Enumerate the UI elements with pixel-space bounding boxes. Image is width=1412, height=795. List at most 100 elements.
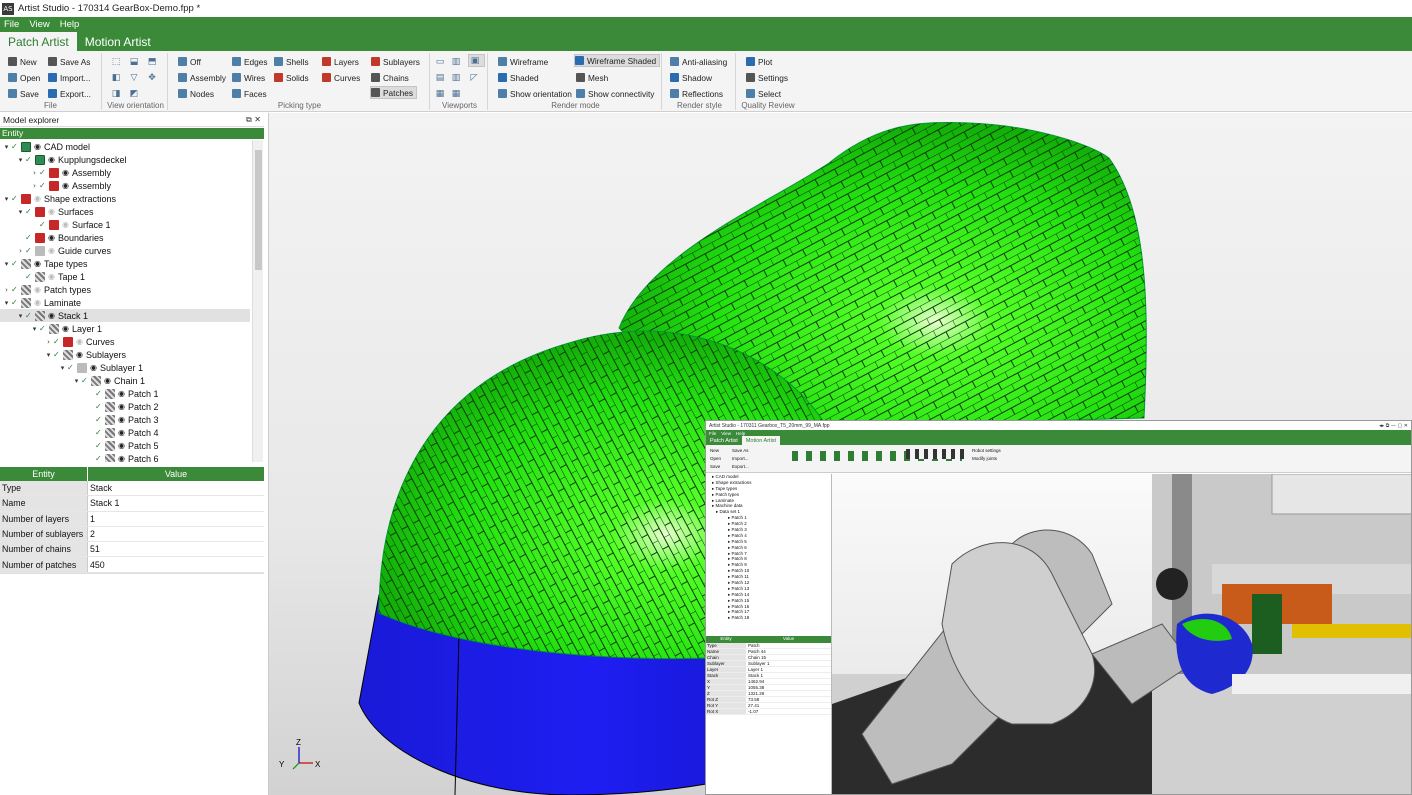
eye-icon[interactable]: ◉	[48, 207, 55, 216]
visibility-check-icon[interactable]: ✓	[11, 298, 19, 307]
property-value[interactable]: 2	[88, 527, 264, 541]
eye-icon[interactable]: ◉	[118, 428, 125, 437]
pick-shells-button[interactable]: Shells	[274, 55, 312, 68]
mesh-button[interactable]: Mesh	[576, 71, 611, 84]
view-front-button[interactable]: ⬓	[128, 55, 143, 68]
expand-toggle-icon[interactable]: ▾	[58, 364, 67, 372]
visibility-check-icon[interactable]: ✓	[25, 311, 33, 320]
visibility-check-icon[interactable]: ✓	[11, 194, 19, 203]
inset-robot-viewport[interactable]	[832, 474, 1411, 794]
eye-icon[interactable]: ◉	[48, 155, 55, 164]
eye-icon[interactable]: ◉	[76, 350, 83, 359]
expand-toggle-icon[interactable]: ›	[44, 338, 53, 346]
tree-item[interactable]: ✓ ◉ Tape 1	[0, 270, 250, 283]
expand-toggle-icon[interactable]: ▾	[72, 377, 81, 385]
visibility-check-icon[interactable]: ✓	[95, 415, 103, 424]
wireframe-shaded-button[interactable]: Wireframe Shaded	[574, 54, 661, 67]
pick-edges-button[interactable]: Edges	[232, 55, 271, 68]
visibility-check-icon[interactable]: ✓	[11, 285, 19, 294]
pick-layers-button[interactable]: Layers	[322, 55, 362, 68]
eye-icon[interactable]: ◉	[118, 441, 125, 450]
open-button[interactable]: Open	[8, 71, 43, 84]
visibility-check-icon[interactable]: ✓	[95, 428, 103, 437]
tree-item[interactable]: ▾ ✓ ◉ Stack 1	[0, 309, 250, 322]
eye-icon[interactable]: ◉	[34, 259, 41, 268]
visibility-check-icon[interactable]: ✓	[25, 272, 33, 281]
inset-save-as[interactable]: Save As	[732, 448, 749, 453]
inset-modify-joints[interactable]: Modify joints	[972, 456, 997, 461]
scrollbar-thumb[interactable]	[255, 150, 262, 270]
eye-icon[interactable]: ◉	[62, 220, 69, 229]
inset-tab-patch-artist[interactable]: Patch Artist	[706, 436, 742, 445]
inset-menu-file[interactable]: File	[709, 431, 716, 436]
inset-tree-item[interactable]: ▸ Patch 18	[706, 615, 831, 621]
inset-export[interactable]: Export...	[732, 464, 749, 469]
tree-item[interactable]: › ✓ ◉ Guide curves	[0, 244, 250, 257]
save-button[interactable]: Save	[8, 87, 42, 100]
view-bottom-button[interactable]: ◨	[110, 87, 125, 100]
tree-item[interactable]: ✓ ◉ Patch 4	[0, 426, 250, 439]
viewport-perspective-button[interactable]: ◸	[468, 71, 483, 84]
eye-icon[interactable]: ◉	[76, 337, 83, 346]
show-orientation-button[interactable]: Show orientation	[498, 87, 575, 100]
eye-icon[interactable]: ◉	[48, 246, 55, 255]
eye-icon[interactable]: ◉	[118, 402, 125, 411]
menu-file[interactable]: File	[4, 19, 19, 30]
eye-icon[interactable]: ◉	[48, 272, 55, 281]
close-icon[interactable]: ✕	[254, 115, 261, 124]
expand-toggle-icon[interactable]: ›	[16, 247, 25, 255]
visibility-check-icon[interactable]: ✓	[25, 155, 33, 164]
eye-icon[interactable]: ◉	[62, 181, 69, 190]
tree-item[interactable]: ▾ ✓ ◉ Layer 1	[0, 322, 250, 335]
visibility-check-icon[interactable]: ✓	[11, 142, 19, 151]
import-button[interactable]: Import...	[48, 71, 93, 84]
viewport-triple-button[interactable]: ▦	[450, 87, 465, 100]
property-value[interactable]: Stack 1	[88, 496, 264, 510]
eye-icon[interactable]: ◉	[34, 142, 41, 151]
eye-icon[interactable]: ◉	[34, 194, 41, 203]
new-button[interactable]: New	[8, 55, 40, 68]
expand-toggle-icon[interactable]: ▾	[2, 195, 11, 203]
tree-item[interactable]: › ✓ ◉ Curves	[0, 335, 250, 348]
pick-assembly-button[interactable]: Assembly	[178, 71, 229, 84]
visibility-check-icon[interactable]: ✓	[25, 207, 33, 216]
tree-item[interactable]: ▾ ✓ ◉ Laminate	[0, 296, 250, 309]
tree-item[interactable]: ✓ ◉ Boundaries	[0, 231, 250, 244]
pick-off-button[interactable]: Off	[178, 55, 204, 68]
expand-toggle-icon[interactable]: ▾	[16, 208, 25, 216]
inset-import[interactable]: Import...	[732, 456, 749, 461]
export-button[interactable]: Export...	[48, 87, 94, 100]
anti-aliasing-toggle[interactable]: Anti-aliasing	[670, 55, 730, 68]
view-iso-button[interactable]: ⬚	[110, 55, 125, 68]
menu-view[interactable]: View	[29, 19, 49, 30]
tree-item[interactable]: ✓ ◉ Patch 3	[0, 413, 250, 426]
expand-toggle-icon[interactable]: ›	[30, 169, 39, 177]
entity-column-header[interactable]: Entity	[0, 128, 264, 139]
property-value[interactable]: Stack	[88, 481, 264, 495]
visibility-check-icon[interactable]: ✓	[67, 363, 75, 372]
tree-item[interactable]: ✓ ◉ Patch 5	[0, 439, 250, 452]
property-value[interactable]: 51	[88, 542, 264, 556]
pick-wires-button[interactable]: Wires	[232, 71, 268, 84]
view-top-button[interactable]: ▽	[128, 71, 143, 84]
inset-motion-controls[interactable]	[906, 449, 968, 459]
tree-item[interactable]: › ✓ ◉ Patch types	[0, 283, 250, 296]
wireframe-button[interactable]: Wireframe	[498, 55, 551, 68]
pick-chains-button[interactable]: Chains	[371, 71, 412, 84]
tree-item[interactable]: ▾ ✓ ◉ Chain 1	[0, 374, 250, 387]
visibility-check-icon[interactable]: ✓	[53, 337, 61, 346]
settings-button[interactable]: Settings	[746, 71, 791, 84]
eye-icon[interactable]: ◉	[34, 285, 41, 294]
expand-toggle-icon[interactable]: ▾	[30, 325, 39, 333]
visibility-check-icon[interactable]: ✓	[95, 441, 103, 450]
tree-item[interactable]: ✓ ◉ Patch 1	[0, 387, 250, 400]
visibility-check-icon[interactable]: ✓	[39, 324, 47, 333]
eye-icon[interactable]: ◉	[34, 298, 41, 307]
inset-open[interactable]: Open	[710, 456, 721, 461]
tree-item[interactable]: ▾ ✓ ◉ Surfaces	[0, 205, 250, 218]
pick-sublayers-button[interactable]: Sublayers	[371, 55, 423, 68]
visibility-check-icon[interactable]: ✓	[95, 402, 103, 411]
eye-icon[interactable]: ◉	[118, 415, 125, 424]
tab-patch-artist[interactable]: Patch Artist	[0, 32, 77, 51]
expand-toggle-icon[interactable]: ▾	[16, 156, 25, 164]
